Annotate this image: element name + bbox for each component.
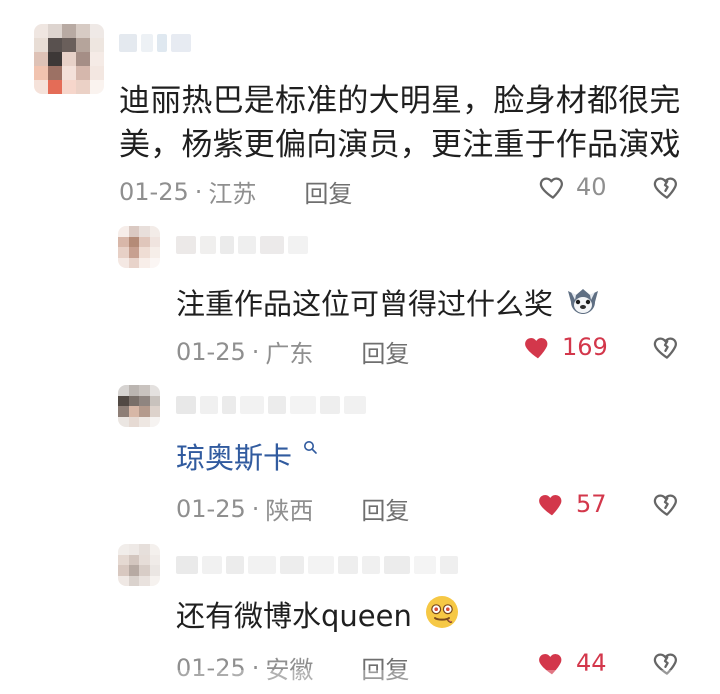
like-count: 40 — [576, 173, 607, 201]
reply-date: 01-25 — [176, 494, 246, 523]
reply-text-content: 注重作品这位可曾得过什么奖 — [176, 287, 554, 321]
bottom-overlay — [0, 670, 720, 694]
avatar[interactable] — [118, 385, 160, 427]
reply-meta: 01-25 · 陕西 回复 — [176, 491, 409, 526]
user-name-blurred[interactable] — [119, 34, 191, 52]
emoji-icon — [426, 596, 459, 628]
reply-button[interactable]: 回复 — [361, 334, 409, 369]
reply-text-content: 还有微博水queen — [176, 599, 412, 633]
comment-text-line-2: 美，杨紫更偏向演员，更注重于作品演戏 — [119, 127, 681, 163]
comment-meta: 01-25 · 江苏 回复 — [119, 174, 352, 209]
user-name-blurred[interactable] — [176, 236, 308, 254]
like-control[interactable]: 169 — [522, 331, 608, 363]
heart-filled-icon[interactable] — [522, 331, 554, 363]
comment-location: 江苏 — [208, 180, 257, 208]
reply-text: 注重作品这位可曾得过什么奖 — [176, 281, 602, 324]
avatar[interactable] — [118, 226, 160, 268]
avatar[interactable] — [118, 544, 160, 586]
reply-text-content[interactable]: 琼奥斯卡 — [176, 441, 292, 475]
reply-date: 01-25 — [176, 337, 246, 366]
meta-separator: · — [251, 337, 260, 366]
broken-heart-icon[interactable] — [652, 489, 682, 519]
reply-meta: 01-25 · 广东 回复 — [176, 334, 409, 369]
comment-text-line-1: 迪丽热巴是标准的大明星，脸身材都很完 — [119, 83, 681, 119]
reply-location: 广东 — [265, 340, 314, 368]
comment-thread: 迪丽热巴是标准的大明星，脸身材都很完 美，杨紫更偏向演员，更注重于作品演戏 01… — [0, 0, 720, 694]
broken-heart-icon[interactable] — [652, 172, 682, 202]
heart-icon[interactable] — [538, 172, 568, 202]
like-control[interactable]: 40 — [538, 172, 607, 202]
emoji-icon — [568, 289, 599, 314]
user-name-blurred[interactable] — [176, 556, 458, 574]
reply-text: 还有微博水queen — [176, 593, 461, 636]
meta-separator: · — [194, 177, 203, 206]
comment-date: 01-25 — [119, 177, 189, 206]
reply-button[interactable]: 回复 — [361, 491, 409, 526]
meta-separator: · — [251, 494, 260, 523]
user-name-blurred[interactable] — [176, 396, 366, 414]
reply-button[interactable]: 回复 — [304, 174, 352, 209]
reply-text: 琼奥斯卡 — [176, 438, 319, 478]
avatar[interactable] — [34, 24, 104, 94]
heart-filled-icon[interactable] — [536, 488, 568, 520]
search-icon[interactable] — [303, 440, 319, 456]
like-count: 169 — [562, 333, 608, 361]
like-control[interactable]: 57 — [536, 488, 607, 520]
reply-location: 陕西 — [265, 497, 314, 525]
like-count: 57 — [576, 490, 607, 518]
broken-heart-icon[interactable] — [652, 332, 682, 362]
